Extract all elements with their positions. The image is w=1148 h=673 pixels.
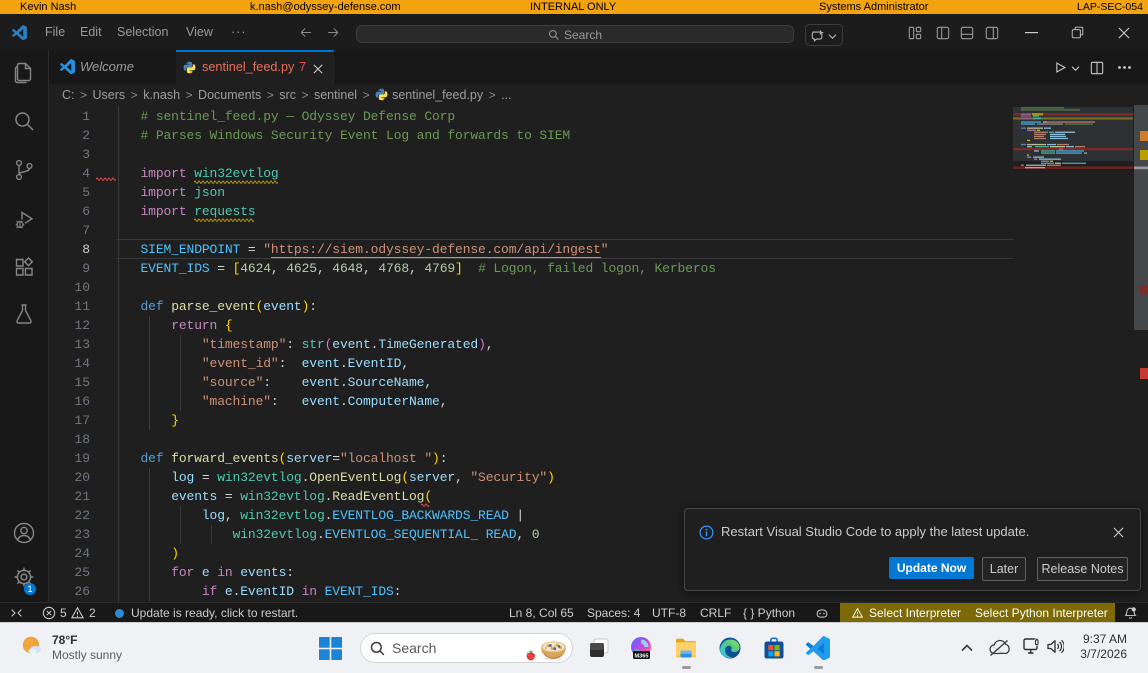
svg-text:M365: M365	[635, 653, 649, 659]
